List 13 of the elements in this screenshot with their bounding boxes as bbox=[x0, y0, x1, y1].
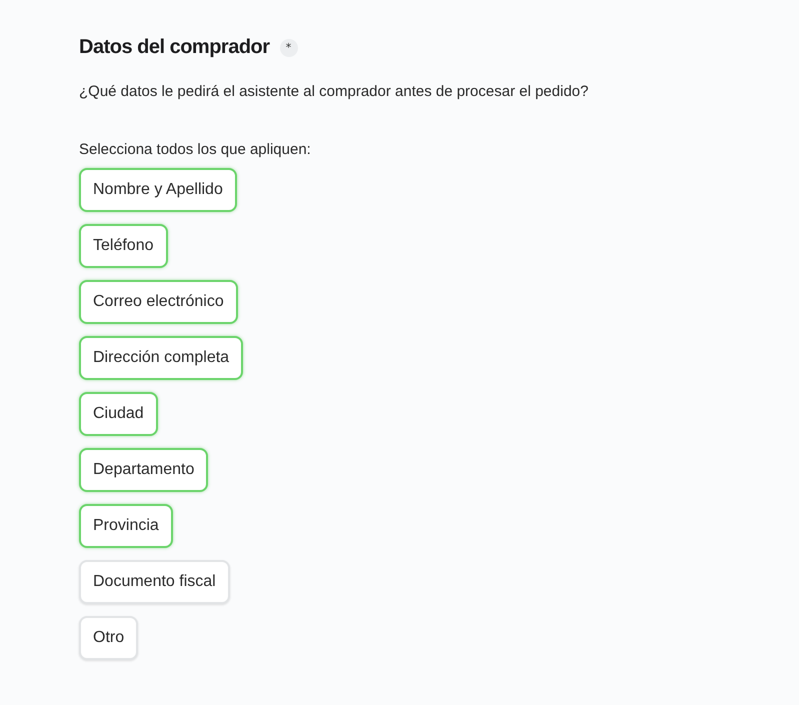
required-mark: * bbox=[280, 38, 298, 56]
option-chip[interactable]: Ciudad bbox=[79, 392, 158, 436]
option-chip[interactable]: Nombre y Apellido bbox=[79, 168, 237, 212]
option-chip[interactable]: Dirección completa bbox=[79, 336, 244, 380]
section-title: Datos del comprador bbox=[79, 36, 270, 59]
option-chip[interactable]: Otro bbox=[79, 616, 138, 660]
option-chip[interactable]: Documento fiscal bbox=[79, 560, 230, 604]
option-chip[interactable]: Teléfono bbox=[79, 224, 168, 268]
instruction-text: Selecciona todos los que apliquen: bbox=[79, 141, 311, 158]
option-chip[interactable]: Provincia bbox=[79, 504, 173, 548]
option-chip[interactable]: Correo electrónico bbox=[79, 280, 238, 324]
option-chip[interactable]: Departamento bbox=[79, 448, 208, 492]
question-text: ¿Qué datos le pedirá el asistente al comprador antes de procesar el pedido? bbox=[79, 83, 588, 100]
